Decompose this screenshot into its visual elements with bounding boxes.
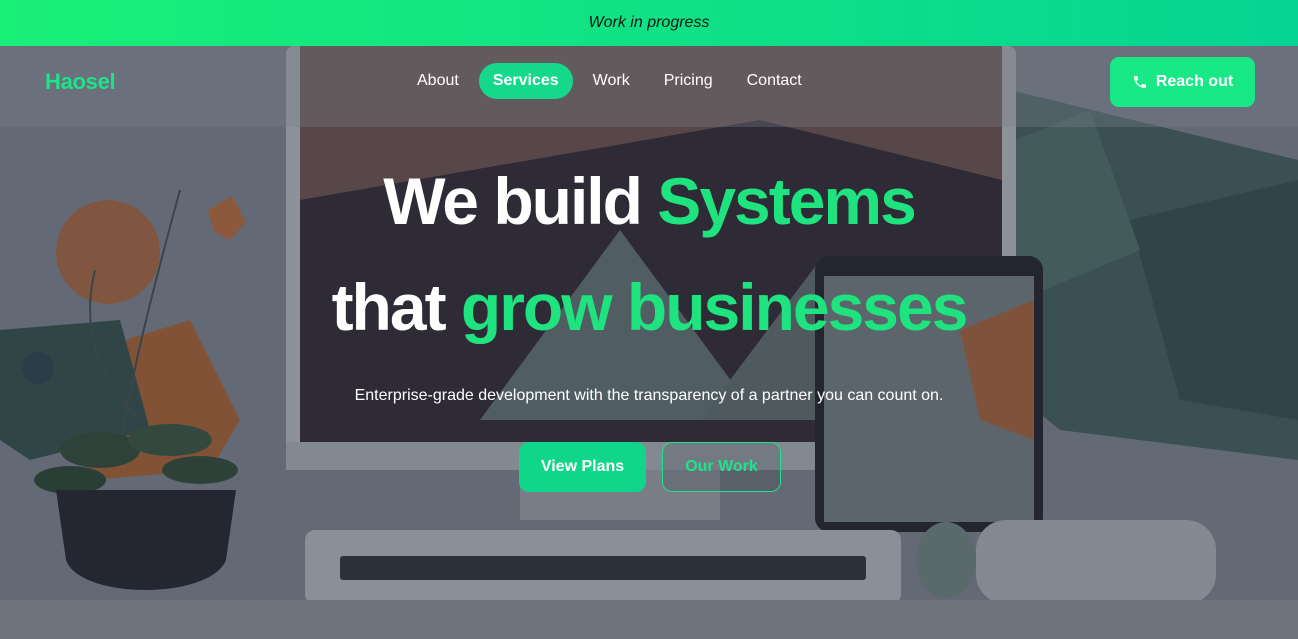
top-navbar: Haosel About Services Work Pricing Conta… (0, 46, 1298, 127)
brand-logo[interactable]: Haosel (45, 69, 116, 95)
nav-menu: About Services Work Pricing Contact (403, 63, 816, 99)
hero-headline-line-1: We build Systems (0, 168, 1298, 234)
hero-headline-line-2: that grow businesses (0, 274, 1298, 340)
nav-item-contact[interactable]: Contact (733, 63, 816, 99)
nav-item-pricing[interactable]: Pricing (650, 63, 727, 99)
view-plans-button[interactable]: View Plans (519, 442, 646, 492)
work-in-progress-banner: Work in progress (0, 0, 1298, 46)
phone-icon (1133, 76, 1146, 88)
nav-item-services[interactable]: Services (478, 63, 573, 99)
nav-item-work[interactable]: Work (579, 63, 644, 99)
headline-white-2: that (331, 270, 461, 344)
reach-out-label: Reach out (1155, 73, 1234, 90)
headline-green-1: Systems (657, 164, 917, 238)
headline-white-1: We build (383, 164, 658, 238)
reach-out-button[interactable]: Reach out (1110, 57, 1255, 107)
nav-item-about[interactable]: About (403, 63, 473, 99)
hero-subtitle: Enterprise-grade development with the tr… (354, 387, 944, 404)
our-work-button[interactable]: Our Work (662, 442, 781, 492)
headline-green-2: grow businesses (460, 270, 969, 344)
banner-text: Work in progress (588, 14, 710, 31)
